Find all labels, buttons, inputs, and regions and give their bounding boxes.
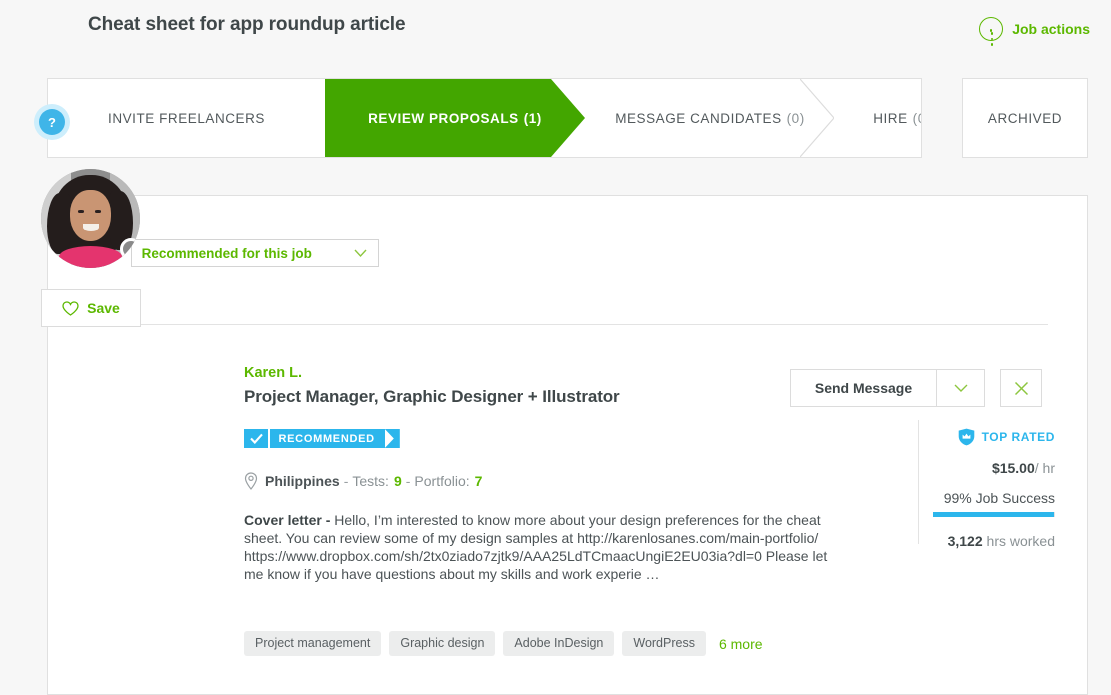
job-success-label: 99% Job Success bbox=[943, 490, 1055, 506]
avatar[interactable] bbox=[41, 169, 140, 268]
ellipsis-circle-icon bbox=[979, 17, 1004, 46]
freelancer-country: Philippines bbox=[265, 473, 340, 489]
freelancer-name-link[interactable]: Karen L. bbox=[244, 365, 302, 381]
portfolio-value: 7 bbox=[474, 473, 483, 489]
check-icon bbox=[244, 429, 268, 448]
question-mark-icon: ? bbox=[39, 109, 65, 135]
save-button-label: Save bbox=[87, 300, 120, 316]
badge-tail bbox=[384, 429, 400, 448]
skill-tags: Project management Graphic design Adobe … bbox=[244, 631, 763, 656]
badge-shield-icon bbox=[958, 428, 974, 446]
chevron-down-icon bbox=[954, 384, 967, 392]
chevron-down-icon bbox=[354, 249, 367, 258]
cover-letter: Cover letter - Hello, I’m interested to … bbox=[244, 511, 850, 583]
close-icon bbox=[1014, 381, 1028, 395]
heart-icon bbox=[62, 300, 79, 316]
tab-review-proposals[interactable]: REVIEW PROPOSALS (1) bbox=[325, 79, 585, 157]
meta-separator: - bbox=[405, 473, 411, 489]
skill-tag[interactable]: Graphic design bbox=[389, 631, 496, 656]
proposals-panel: Sort: Recommended for this job bbox=[47, 195, 1088, 695]
tab-label: ARCHIVED bbox=[987, 110, 1063, 126]
freelancer-stats: TOP RATED $15.00/ hr 99% Job Success 3,1… bbox=[933, 428, 1055, 549]
stats-divider bbox=[918, 420, 919, 544]
hours-label: hrs worked bbox=[986, 533, 1055, 549]
location-pin-icon bbox=[244, 472, 258, 490]
section-divider bbox=[89, 324, 1048, 325]
skill-tag[interactable]: Adobe InDesign bbox=[503, 631, 615, 656]
hours-number: 3,122 bbox=[947, 533, 983, 549]
freelancer-meta: Philippines - Tests: 9 - Portfolio: 7 bbox=[244, 472, 482, 490]
recommended-badge-label: RECOMMENDED bbox=[269, 429, 385, 448]
page-header: Cheat sheet for app roundup article Job … bbox=[0, 0, 1111, 58]
job-success-bar bbox=[933, 512, 1055, 517]
tab-archived[interactable]: ARCHIVED bbox=[962, 78, 1088, 158]
job-actions-button[interactable]: Job actions bbox=[979, 17, 1090, 46]
tests-value: 9 bbox=[393, 473, 402, 489]
top-rated-label: TOP RATED bbox=[981, 430, 1055, 444]
send-message-button[interactable]: Send Message bbox=[790, 369, 937, 407]
sort-select[interactable]: Recommended for this job bbox=[130, 239, 379, 267]
tab-count: (0) bbox=[786, 110, 805, 126]
tab-hire[interactable]: HIRE (0) bbox=[835, 79, 921, 157]
recommended-badge: RECOMMENDED bbox=[244, 429, 400, 448]
more-skills-link[interactable]: 6 more bbox=[719, 636, 763, 652]
job-pipeline-tabs: INVITE FREELANCERS REVIEW PROPOSALS (1) … bbox=[0, 78, 1111, 160]
meta-separator: - bbox=[343, 473, 349, 489]
cover-letter-body: Hello, I’m interested to know more about… bbox=[244, 512, 828, 582]
tests-label: Tests: bbox=[352, 473, 389, 489]
rate-amount: $15.00 bbox=[991, 460, 1035, 476]
tab-count: (0) bbox=[912, 110, 921, 126]
page-title: Cheat sheet for app roundup article bbox=[88, 14, 406, 35]
tab-label: REVIEW PROPOSALS bbox=[368, 110, 519, 126]
send-message-label: Send Message bbox=[814, 380, 913, 396]
rate-unit: / hr bbox=[1034, 460, 1055, 476]
skill-tag[interactable]: Project management bbox=[244, 631, 382, 656]
hourly-rate: $15.00/ hr bbox=[933, 460, 1055, 476]
proposal-actions: Send Message bbox=[790, 369, 1042, 407]
job-success-bar-fill bbox=[933, 512, 1054, 517]
tabs-container: INVITE FREELANCERS REVIEW PROPOSALS (1) … bbox=[47, 78, 922, 158]
help-bubble-button[interactable]: ? bbox=[34, 104, 70, 140]
job-actions-label: Job actions bbox=[1012, 21, 1090, 37]
tab-invite-freelancers[interactable]: INVITE FREELANCERS bbox=[48, 79, 325, 157]
save-button[interactable]: Save bbox=[41, 289, 141, 327]
tab-label: INVITE FREELANCERS bbox=[108, 110, 265, 126]
avatar-column: Save bbox=[41, 169, 141, 327]
skill-tag[interactable]: WordPress bbox=[622, 631, 706, 656]
hours-worked: 3,122 hrs worked bbox=[933, 533, 1055, 549]
sort-selected-value: Recommended for this job bbox=[141, 245, 312, 261]
portfolio-label: Portfolio: bbox=[414, 473, 470, 489]
tab-message-candidates[interactable]: MESSAGE CANDIDATES (0) bbox=[585, 79, 835, 157]
cover-letter-label: Cover letter - bbox=[244, 512, 331, 528]
dismiss-proposal-button[interactable] bbox=[1000, 369, 1042, 407]
top-rated-badge: TOP RATED bbox=[933, 428, 1055, 446]
tab-label: HIRE bbox=[873, 110, 908, 126]
tab-label: MESSAGE CANDIDATES bbox=[615, 110, 782, 126]
online-status-dot bbox=[120, 238, 140, 260]
freelancer-title: Project Manager, Graphic Designer + Illu… bbox=[244, 387, 620, 406]
send-message-dropdown-button[interactable] bbox=[937, 369, 985, 407]
tab-count: (1) bbox=[523, 110, 542, 126]
